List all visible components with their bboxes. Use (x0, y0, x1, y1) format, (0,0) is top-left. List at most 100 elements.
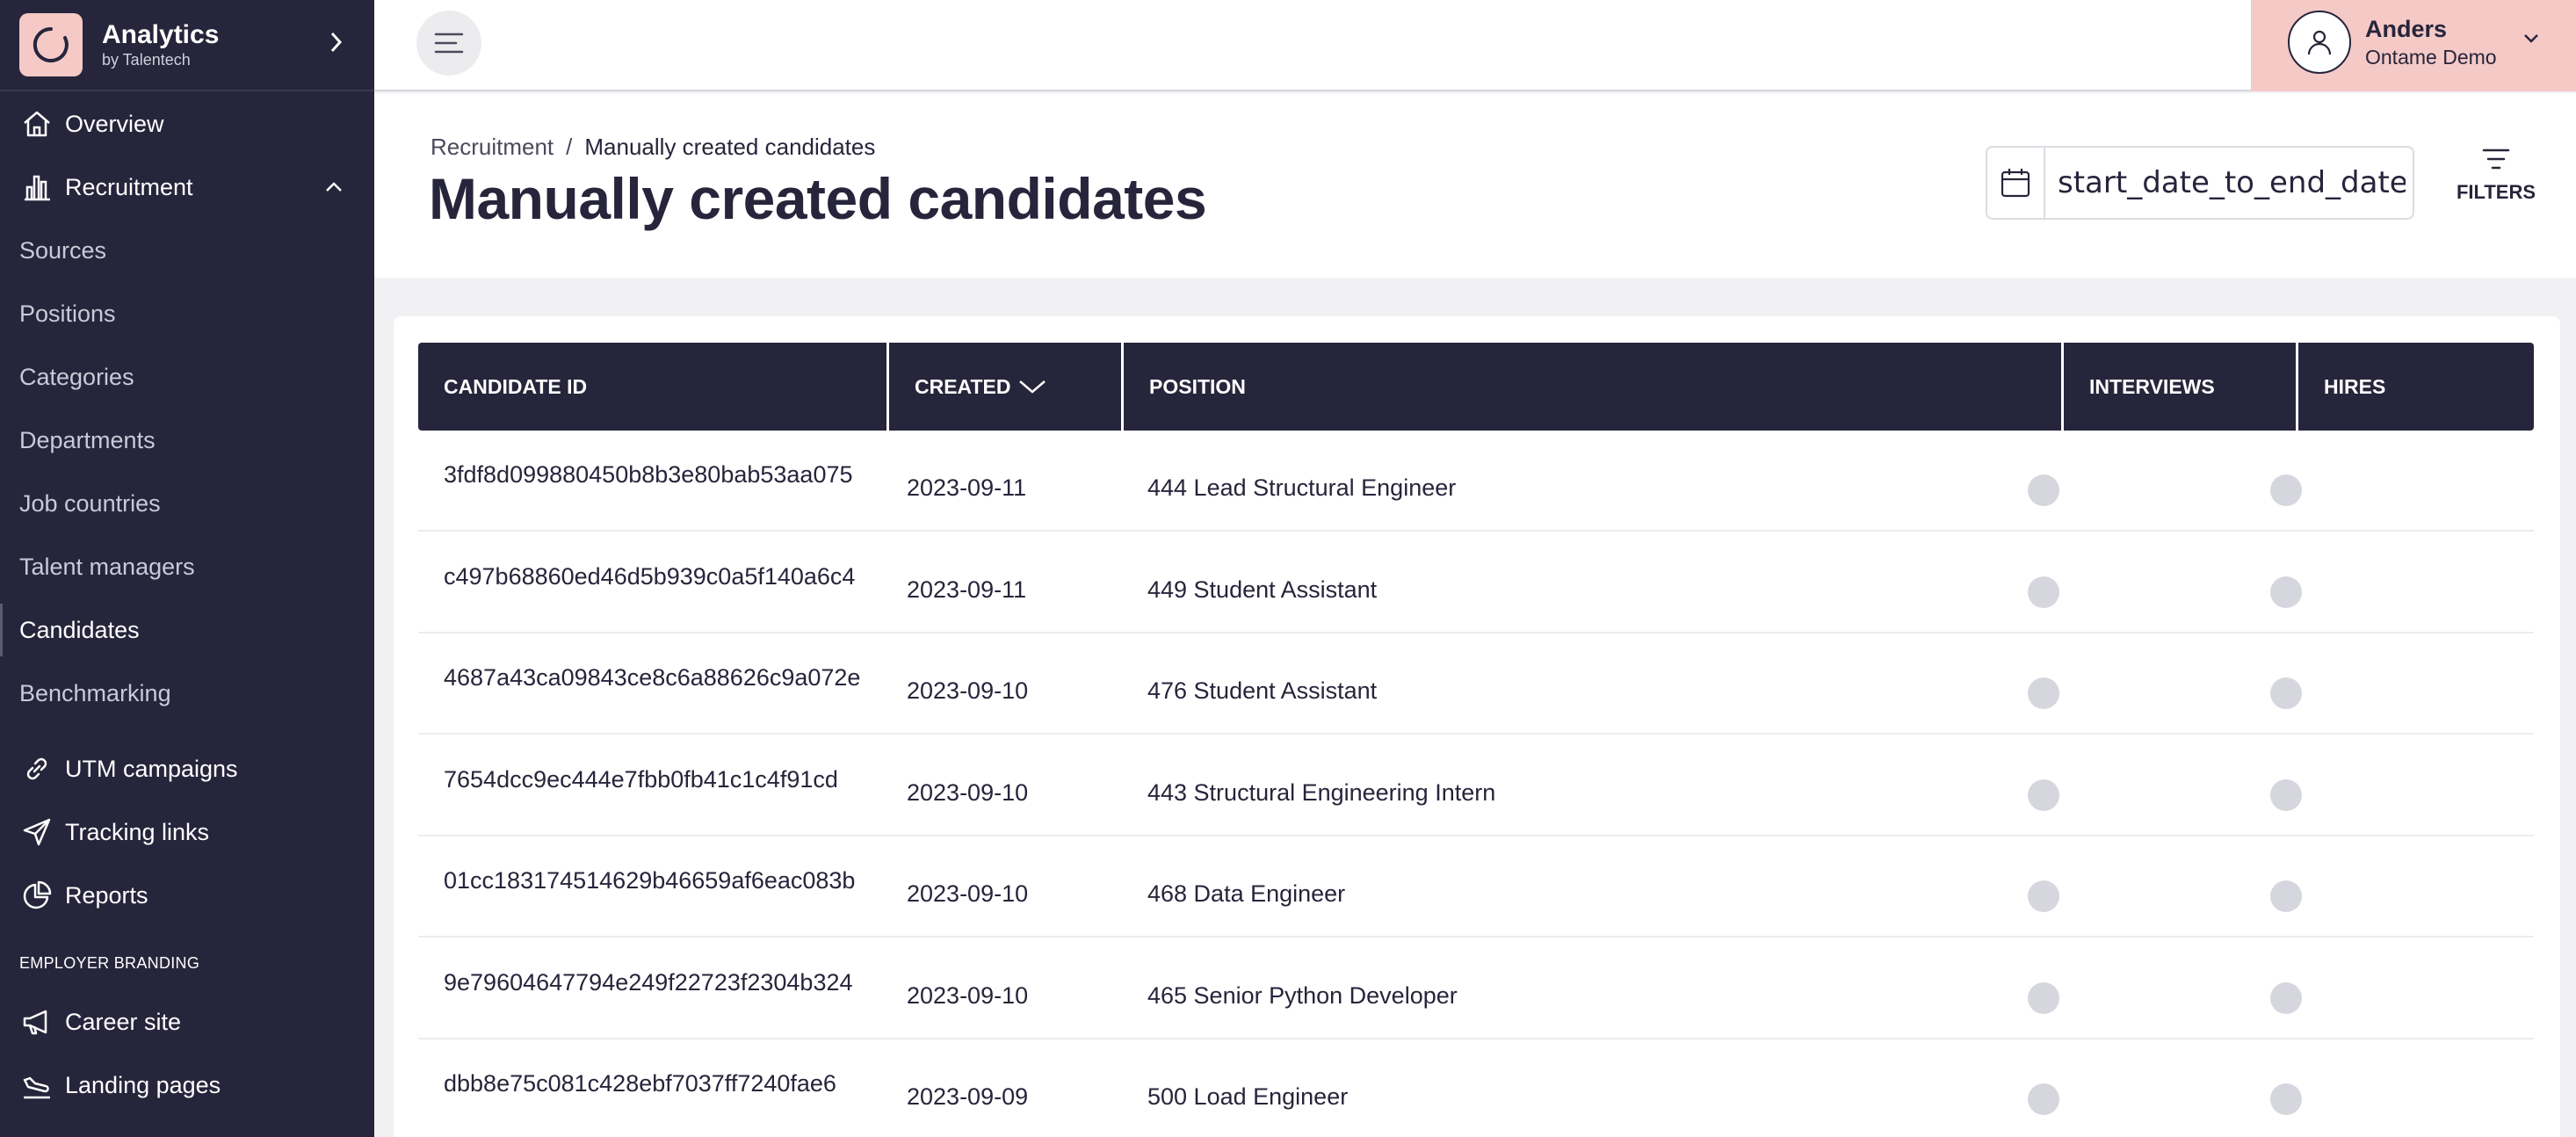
chevron-right-icon[interactable] (329, 30, 344, 54)
created-date-cell: 2023-09-10 (907, 880, 1029, 907)
created-date-cell: 2023-09-10 (907, 981, 1029, 1009)
hamburger-menu-icon (434, 33, 464, 54)
sidebar-item-reports[interactable]: Reports (0, 869, 374, 922)
link-icon (19, 751, 54, 786)
breadcrumb: Recruitment / Manually created candidates (431, 134, 875, 161)
sidebar-item-utm-campaigns[interactable]: UTM campaigns (0, 742, 374, 795)
sidebar-item-career-site[interactable]: Career site (0, 996, 374, 1048)
position-cell: 449 Student Assistant (1147, 576, 1378, 603)
megaphone-icon (19, 1004, 54, 1039)
sidebar-item-label: Landing pages (65, 1071, 221, 1098)
hires-status-dot (2270, 1083, 2302, 1115)
sidebar-item-landing-pages[interactable]: Landing pages (0, 1059, 374, 1112)
sort-descending-icon[interactable] (1017, 378, 1047, 395)
sidebar-item-tracking-links[interactable]: Tracking links (0, 806, 374, 858)
breadcrumb-link-recruitment[interactable]: Recruitment (431, 134, 554, 160)
table-row[interactable]: 4687a43ca09843ce8c6a88626c9a072e 2023-09-… (418, 634, 2534, 735)
sidebar-item-label: UTM campaigns (65, 755, 238, 782)
column-header-created[interactable]: CREATED (889, 343, 1121, 431)
hires-status-dot (2270, 677, 2302, 709)
candidate-id-cell: 4687a43ca09843ce8c6a88626c9a072e (444, 664, 861, 691)
position-cell: 468 Data Engineer (1147, 880, 1346, 907)
table-row[interactable]: 3fdf8d099880450b8b3e80bab53aa075 2023-09-… (418, 431, 2534, 532)
candidates-table-card: CANDIDATE ID CREATED POSITION INTERVIEWS… (394, 316, 2560, 1137)
created-date-cell: 2023-09-09 (907, 1083, 1029, 1110)
hires-status-dot (2270, 779, 2302, 811)
column-header-interviews[interactable]: INTERVIEWS (2064, 343, 2296, 431)
pie-chart-icon (19, 878, 54, 913)
sidebar-item-sources[interactable]: Sources (0, 224, 374, 277)
table-row[interactable]: c497b68860ed46d5b939c0a5f140a6c4 2023-09-… (418, 532, 2534, 634)
sidebar-item-label: Tracking links (65, 818, 210, 845)
sidebar-item-candidates[interactable]: Candidates (0, 604, 374, 656)
brand-logo (19, 13, 83, 76)
breadcrumb-separator: / (566, 134, 573, 160)
created-date-cell: 2023-09-10 (907, 779, 1029, 806)
sidebar-item-label: Overview (65, 110, 164, 137)
page-title: Manually created candidates (429, 166, 1207, 231)
sidebar-item-departments[interactable]: Departments (0, 414, 374, 467)
sidebar-item-label: Career site (65, 1008, 182, 1035)
position-cell: 465 Senior Python Developer (1147, 981, 1458, 1009)
brand-header[interactable]: Analytics by Talentech (0, 0, 374, 91)
hires-status-dot (2270, 981, 2302, 1014)
created-date-cell: 2023-09-11 (907, 474, 1027, 501)
candidate-id-cell: 9e79604647794e249f22723f2304b324 (444, 968, 853, 996)
interviews-status-dot (2028, 474, 2059, 506)
created-date-cell: 2023-09-11 (907, 576, 1027, 603)
date-range-input[interactable] (2045, 165, 2406, 200)
section-label-employer-branding: EMPLOYER BRANDING (19, 954, 200, 972)
avatar (2288, 11, 2351, 74)
candidate-id-cell: c497b68860ed46d5b939c0a5f140a6c4 (444, 562, 856, 590)
table-row[interactable]: 01cc183174514629b46659af6eac083b 2023-09-… (418, 836, 2534, 938)
top-bar: Anders Ontame Demo (374, 0, 2576, 91)
interviews-status-dot (2028, 981, 2059, 1014)
table-row[interactable]: 7654dcc9ec444e7fbb0fb41c1c4f91cd 2023-09-… (418, 735, 2534, 836)
created-date-cell: 2023-09-10 (907, 677, 1029, 704)
user-icon (2307, 30, 2332, 55)
table-row[interactable]: 9e79604647794e249f22723f2304b324 2023-09-… (418, 938, 2534, 1039)
position-cell: 500 Load Engineer (1147, 1083, 1349, 1110)
position-cell: 443 Structural Engineering Intern (1147, 779, 1496, 806)
chevron-up-icon[interactable] (323, 177, 344, 198)
sidebar-item-recruitment[interactable]: Recruitment (0, 161, 374, 214)
hires-status-dot (2270, 880, 2302, 912)
home-icon (19, 106, 54, 141)
sidebar-item-label: Reports (65, 881, 148, 909)
interviews-status-dot (2028, 779, 2059, 811)
sidebar-item-positions[interactable]: Positions (0, 287, 374, 340)
user-organization: Ontame Demo (2365, 46, 2497, 69)
bar-chart-icon (19, 170, 54, 205)
calendar-button[interactable] (1987, 148, 2045, 218)
position-cell: 444 Lead Structural Engineer (1147, 474, 1457, 501)
candidate-id-cell: 3fdf8d099880450b8b3e80bab53aa075 (444, 461, 853, 488)
column-header-candidate-id[interactable]: CANDIDATE ID (418, 343, 886, 431)
chevron-down-icon[interactable] (2522, 28, 2541, 47)
sidebar-item-overview[interactable]: Overview (0, 98, 374, 150)
interviews-status-dot (2028, 576, 2059, 608)
column-header-label: CREATED (915, 374, 1011, 398)
sidebar-item-label: Recruitment (65, 173, 193, 200)
user-name: Anders (2365, 16, 2448, 42)
column-header-position[interactable]: POSITION (1124, 343, 2061, 431)
filters-button[interactable]: FILTERS (2448, 146, 2544, 225)
column-header-hires[interactable]: HIRES (2298, 343, 2534, 431)
breadcrumb-current: Manually created candidates (584, 134, 876, 160)
brand-name: Analytics (102, 20, 220, 49)
table-row[interactable]: dbb8e75c081c428ebf7037ff7240fae6 2023-09-… (418, 1039, 2534, 1137)
page-header: Recruitment / Manually created candidates … (374, 93, 2576, 278)
sidebar-item-categories[interactable]: Categories (0, 351, 374, 403)
filters-label: FILTERS (2456, 181, 2536, 203)
menu-toggle-button[interactable] (416, 11, 481, 76)
user-menu[interactable]: Anders Ontame Demo (2251, 0, 2576, 91)
candidate-id-cell: dbb8e75c081c428ebf7037ff7240fae6 (444, 1070, 836, 1097)
plane-landing-icon (19, 1068, 54, 1103)
sidebar-item-talent-managers[interactable]: Talent managers (0, 540, 374, 593)
position-cell: 476 Student Assistant (1147, 677, 1378, 704)
interviews-status-dot (2028, 880, 2059, 912)
send-icon (19, 815, 54, 850)
sidebar-item-benchmarking[interactable]: Benchmarking (0, 667, 374, 720)
date-range-picker[interactable] (1986, 146, 2414, 220)
sidebar: Analytics by Talentech Overview Recruitm… (0, 0, 374, 1137)
sidebar-item-job-countries[interactable]: Job countries (0, 477, 374, 530)
